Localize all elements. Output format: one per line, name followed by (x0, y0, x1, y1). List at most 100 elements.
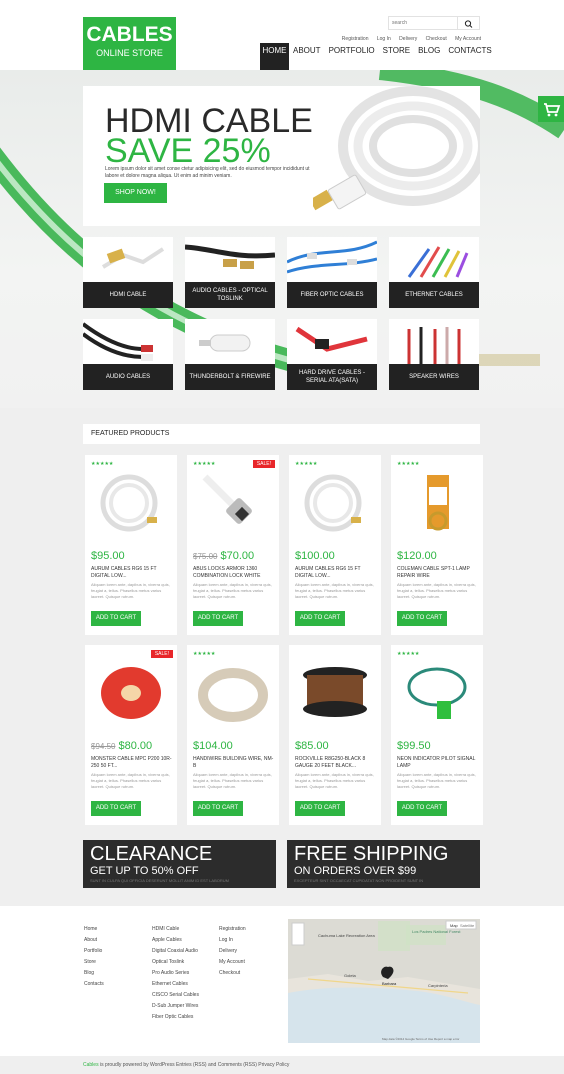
category-tile-optical[interactable]: AUDIO CABLES - OPTICAL TOSLINK (185, 237, 275, 308)
category-tile-audio[interactable]: AUDIO CABLES (83, 319, 173, 390)
promo-clearance[interactable]: CLEARANCE GET UP TO 50% OFF SUNT IN CULP… (83, 840, 276, 888)
product-name[interactable]: ABUS LOCKS ARMOR 1360 COMBINATION LOCK W… (193, 566, 275, 580)
category-tile-thunderbolt[interactable]: THUNDERBOLT & FIREWIRE (185, 319, 275, 390)
map-label-carpinteria: Carpinteria (428, 983, 448, 988)
coax-cable-image (304, 474, 362, 532)
add-to-cart-button[interactable]: ADD TO CART (295, 801, 345, 816)
add-to-cart-button[interactable]: ADD TO CART (91, 611, 141, 626)
footer-link-about[interactable]: About (84, 935, 104, 946)
footer-link-portfolio[interactable]: Portfolio (84, 946, 104, 957)
category-tile-speaker[interactable]: SPEAKER WIRES (389, 319, 479, 390)
category-tile-fiber[interactable]: FIBER OPTIC CABLES (287, 237, 377, 308)
product-price-value: $120.00 (397, 550, 437, 562)
toplink-login[interactable]: Log In (377, 36, 391, 42)
copyright-text: is proudly powered by WordPress Entries … (98, 1062, 290, 1068)
footer-link-category[interactable]: Ethernet Cables (152, 979, 199, 990)
footer-link-category[interactable]: Fiber Optic Cables (152, 1012, 199, 1023)
product-name[interactable]: COLEMAN CABLE SPT-1 LAMP REPAIR WIRE (397, 566, 479, 580)
promo-fineprint: SUNT IN CULPA QUI OFFICIA DESERUNT MOLLI… (90, 878, 229, 883)
nav-blog[interactable]: BLOG (414, 43, 444, 70)
footer-link-category[interactable]: Apple Cables (152, 935, 199, 946)
footer-link-category[interactable]: Pro Audio Series (152, 968, 199, 979)
product-card[interactable]: ★★★★★ $104.00 HANDIWIRE BUILDING WIRE, N… (187, 645, 279, 825)
footer-link-category[interactable]: CISCO Serial Cables (152, 990, 199, 1001)
copyright-brand-link[interactable]: Cables (83, 1062, 99, 1068)
logo[interactable]: CABLES ONLINE STORE (83, 17, 176, 70)
product-card[interactable]: ★★★★★ $100.00 AURUM CABLES RG6 15 FT DIG… (289, 455, 381, 635)
product-card[interactable]: SALE! $94.50 $80.00 MONSTER CABLE MPC P20… (85, 645, 177, 825)
search-button[interactable] (457, 17, 479, 29)
product-name[interactable]: HANDIWIRE BUILDING WIRE, NM-B (193, 756, 275, 770)
promo-title: FREE SHIPPING (294, 843, 449, 865)
add-to-cart-button[interactable]: ADD TO CART (91, 801, 141, 816)
ethernet-cable-thumb (407, 246, 469, 278)
map-type-map[interactable]: Map (450, 923, 459, 928)
product-price: $85.00 (295, 740, 329, 752)
product-card[interactable]: ★★★★★ SALE! $75.00 $70.00 ABUS LOCKS ARMO… (187, 455, 279, 635)
logo-subtitle: ONLINE STORE (96, 48, 163, 58)
shop-now-button[interactable]: SHOP NOW! (104, 183, 167, 203)
product-name[interactable]: ROCKVILLE R8G250-BLACK 8 GAUGE 20 FEET B… (295, 756, 377, 770)
product-card[interactable]: ★★★★★ $120.00 COLEMAN CABLE SPT-1 LAMP R… (391, 455, 483, 635)
product-name[interactable]: AURUM CABLES RG6 15 FT DIGITAL LOW... (295, 566, 377, 580)
toplink-account[interactable]: My Account (455, 36, 481, 42)
footer-link-category[interactable]: Optical Toslink (152, 957, 199, 968)
footer-link-home[interactable]: Home (84, 924, 104, 935)
product-price: $100.00 (295, 550, 335, 562)
product-name[interactable]: MONSTER CABLE MPC P200 10R-250 50 FT... (91, 756, 173, 770)
search-input[interactable] (389, 17, 458, 29)
optical-cable-thumb (185, 244, 275, 269)
toplink-delivery[interactable]: Delivery (399, 36, 417, 42)
nav-about[interactable]: ABOUT (289, 43, 325, 70)
nav-store[interactable]: STORE (379, 43, 414, 70)
footer-link-contacts[interactable]: Contacts (84, 979, 104, 990)
location-map[interactable]: Map Satellite Cachuma Lake Recreation Ar… (288, 919, 480, 1043)
product-price-value: $104.00 (193, 740, 233, 752)
product-price-value: $85.00 (295, 740, 329, 752)
footer-link-login[interactable]: Log In (219, 935, 246, 946)
toplink-checkout[interactable]: Checkout (426, 36, 447, 42)
cart-icon (544, 103, 561, 117)
toplink-registration[interactable]: Registration (342, 36, 369, 42)
map-image: Map Satellite Cachuma Lake Recreation Ar… (288, 919, 480, 1043)
speaker-wire-thumb (407, 327, 461, 364)
footer-link-my-account[interactable]: My Account (219, 957, 246, 968)
add-to-cart-button[interactable]: ADD TO CART (397, 611, 447, 626)
footer-link-delivery[interactable]: Delivery (219, 946, 246, 957)
footer-link-blog[interactable]: Blog (84, 968, 104, 979)
product-card[interactable]: ★★★★★ $99.50 NEON INDICATOR PILOT SIGNAL… (391, 645, 483, 825)
product-price: $94.50 $80.00 (91, 740, 152, 752)
footer-link-category[interactable]: D-Sub Jumper Wires (152, 1001, 199, 1012)
nav-contacts[interactable]: CONTACTS (444, 43, 495, 70)
promo-fineprint: EXCEPTEUR SINT OCCAECAT CUPIDATAT NON PR… (294, 878, 424, 883)
hero-banner[interactable]: HDMI CABLE SAVE 25% Lorem ipsum dolor si… (83, 86, 480, 226)
product-card[interactable]: ★★★★★ $95.00 AURUM CABLES RG6 15 FT DIGI… (85, 455, 177, 635)
product-name[interactable]: AURUM CABLES RG6 15 FT DIGITAL LOW... (91, 566, 173, 580)
footer-link-checkout[interactable]: Checkout (219, 968, 246, 979)
category-label: SPEAKER WIRES (389, 364, 479, 390)
coax-cable-image (100, 474, 158, 532)
footer-link-registration[interactable]: Registration (219, 924, 246, 935)
add-to-cart-button[interactable]: ADD TO CART (397, 801, 447, 816)
product-price-value: $80.00 (118, 740, 153, 752)
cart-tab[interactable] (538, 96, 564, 122)
category-tile-ethernet[interactable]: ETHERNET CABLES (389, 237, 479, 308)
audio-cable-thumb (83, 322, 153, 361)
nav-home[interactable]: HOME (260, 43, 289, 70)
footer-link-category[interactable]: HDMI Cable (152, 924, 199, 935)
promo-free-shipping[interactable]: FREE SHIPPING ON ORDERS OVER $99 EXCEPTE… (287, 840, 480, 888)
category-tile-hdmi[interactable]: HDMI CABLE (83, 237, 173, 308)
add-to-cart-button[interactable]: ADD TO CART (193, 801, 243, 816)
footer-col-account: Registration Log In Delivery My Account … (219, 924, 246, 979)
nav-portfolio[interactable]: PORTFOLIO (325, 43, 379, 70)
footer-link-store[interactable]: Store (84, 957, 104, 968)
banner-subtitle: SAVE 25% (105, 132, 271, 170)
map-type-satellite[interactable]: Satellite (460, 923, 475, 928)
product-name[interactable]: NEON INDICATOR PILOT SIGNAL LAMP (397, 756, 479, 770)
footer-link-category[interactable]: Digital Coaxial Audio (152, 946, 199, 957)
fiber-cable-thumb (287, 240, 377, 274)
product-card[interactable]: $85.00 ROCKVILLE R8G250-BLACK 8 GAUGE 20… (289, 645, 381, 825)
add-to-cart-button[interactable]: ADD TO CART (193, 611, 243, 626)
add-to-cart-button[interactable]: ADD TO CART (295, 611, 345, 626)
category-tile-sata[interactable]: HARD DRIVE CABLES - SERIAL ATA(SATA) (287, 319, 377, 390)
